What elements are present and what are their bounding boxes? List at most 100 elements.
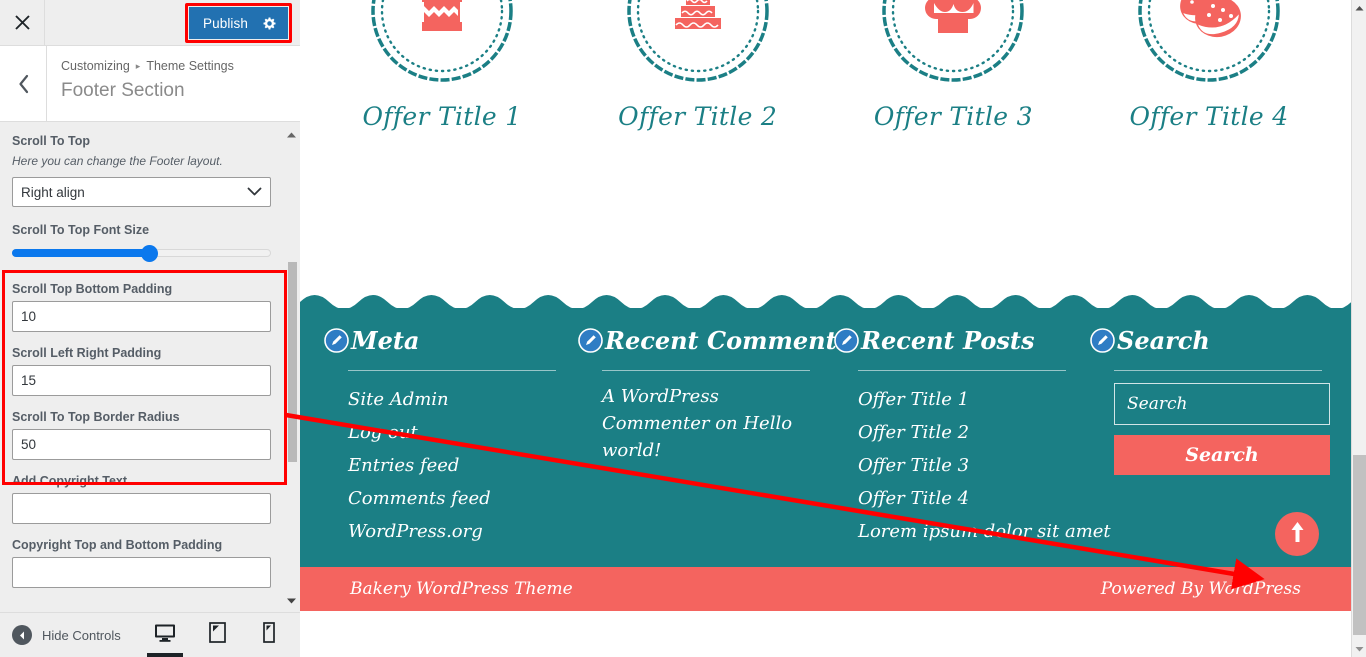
control-label: Copyright Top and Bottom Padding — [12, 538, 223, 552]
list-item[interactable]: Offer Title 2 — [858, 416, 1068, 449]
widget-header: Meta — [324, 326, 556, 356]
site-footer: Meta Site Admin Log out Entries feed Com… — [300, 288, 1351, 612]
page-title: Footer Section — [61, 80, 185, 101]
list-item[interactable]: Site Admin — [348, 383, 556, 416]
slider-thumb[interactable] — [141, 245, 159, 262]
search-submit-button[interactable]: Search — [1114, 435, 1330, 475]
control-description: Here you can change the Footer layout. — [12, 154, 223, 168]
browser-scrollbar[interactable] — [1351, 0, 1366, 657]
footer-widget-meta: Meta Site Admin Log out Entries feed Com… — [324, 326, 578, 548]
breadcrumb-parent[interactable]: Theme Settings — [146, 58, 234, 75]
chevron-left-icon — [17, 74, 30, 94]
hide-controls-label: Hide Controls — [42, 627, 121, 643]
offer-title[interactable]: Offer Title 1 — [322, 102, 562, 131]
footer-widget-recent-comments: Recent Comments A WordPress Commenter on… — [578, 326, 850, 548]
recent-comment-entry[interactable]: A WordPress Commenter on Hello world! — [578, 383, 812, 464]
list-item[interactable]: Entries feed — [348, 449, 556, 482]
sidebar-scrollbar-thumb[interactable] — [288, 262, 297, 462]
breadcrumb: Customizing ▸ Theme Settings — [61, 58, 234, 75]
pencil-edit-icon[interactable] — [1090, 327, 1115, 353]
breadcrumb-root[interactable]: Customizing — [61, 58, 130, 75]
scroll-to-top-font-size-slider[interactable] — [12, 242, 271, 264]
search-button-label: Search — [1185, 444, 1259, 466]
publish-button[interactable]: Publish — [189, 7, 288, 39]
customizer-controls-list: Scroll To Top Here you can change the Fo… — [0, 122, 288, 588]
offer-title[interactable]: Offer Title 2 — [578, 102, 818, 131]
sidebar-scroll-up-icon[interactable] — [284, 128, 298, 142]
offer-circle — [1134, 0, 1284, 86]
footer-widget-area: Meta Site Admin Log out Entries feed Com… — [300, 308, 1351, 591]
tablet-icon — [208, 622, 226, 648]
theme-preview-pane: Offer Title 1 Offer Title 2 Offer Title … — [300, 0, 1351, 657]
list-item[interactable]: WordPress.org — [348, 515, 556, 548]
widget-title: Recent Comments — [605, 326, 851, 355]
pencil-edit-icon[interactable] — [324, 327, 349, 353]
search-input[interactable]: Search — [1114, 383, 1330, 425]
widget-header: Recent Comments — [578, 326, 850, 356]
chevron-left-circle-icon — [12, 625, 32, 645]
pencil-edit-icon[interactable] — [578, 327, 603, 353]
scroll-up-icon[interactable] — [1352, 0, 1366, 16]
publish-button-highlight: Publish — [185, 3, 292, 43]
back-button[interactable] — [0, 46, 47, 121]
widget-divider — [1114, 370, 1322, 371]
scroll-down-icon[interactable] — [1352, 641, 1366, 657]
scroll-to-top-align-select[interactable]: Right align — [12, 177, 271, 207]
control-label: Scroll Left Right Padding — [12, 346, 162, 360]
publish-button-label: Publish — [203, 15, 248, 31]
control-label: Add Copyright Text — [12, 474, 128, 488]
list-item[interactable]: Offer Title 1 — [858, 383, 1068, 416]
browser-scrollbar-thumb[interactable] — [1353, 455, 1366, 635]
list-item[interactable]: Offer Title 3 — [858, 449, 1068, 482]
list-item[interactable]: Offer Title 4 — [858, 482, 1068, 515]
control-copyright-top-bottom-padding: Copyright Top and Bottom Padding — [12, 536, 276, 588]
copyright-top-bottom-padding-input[interactable] — [12, 557, 271, 588]
offer-title[interactable]: Offer Title 4 — [1089, 102, 1329, 131]
scroll-left-right-padding-input[interactable]: 15 — [12, 365, 271, 396]
gear-icon[interactable] — [262, 16, 277, 31]
list-item[interactable]: Log out — [348, 416, 556, 449]
footer-widgets: Meta Site Admin Log out Entries feed Com… — [300, 308, 1351, 548]
customizer-section-header: Customizing ▸ Theme Settings Footer Sect… — [0, 46, 300, 122]
customizer-controls-scroll-area: Scroll To Top Here you can change the Fo… — [0, 122, 300, 614]
control-scroll-to-top-border-radius: Scroll To Top Border Radius 50 — [12, 408, 276, 460]
close-customizer-button[interactable] — [0, 0, 45, 45]
device-preview-tablet[interactable] — [204, 613, 230, 657]
scroll-top-bottom-padding-input[interactable]: 10 — [12, 301, 271, 332]
chevron-down-icon — [247, 185, 262, 200]
customizer-titles: Customizing ▸ Theme Settings Footer Sect… — [47, 46, 234, 121]
scroll-to-top-button[interactable] — [1275, 512, 1319, 556]
search-placeholder: Search — [1127, 394, 1188, 414]
offer-title[interactable]: Offer Title 3 — [833, 102, 1073, 131]
input-value: 50 — [21, 437, 37, 452]
breadcrumb-separator-icon: ▸ — [135, 61, 141, 71]
control-scroll-to-top: Scroll To Top Here you can change the Fo… — [12, 132, 276, 207]
offer-circle — [367, 0, 517, 86]
add-copyright-text-input[interactable] — [12, 493, 271, 524]
customizer-topbar: Publish — [0, 0, 300, 46]
device-preview-mobile[interactable] — [256, 613, 282, 657]
list-item[interactable]: Comments feed — [348, 482, 556, 515]
control-label: Scroll To Top Border Radius — [12, 410, 180, 424]
control-scroll-to-top-font-size: Scroll To Top Font Size — [12, 221, 276, 264]
input-value: 15 — [21, 373, 37, 388]
widget-header: Search — [1090, 326, 1324, 356]
pencil-edit-icon[interactable] — [834, 327, 859, 353]
control-scroll-left-right-padding: Scroll Left Right Padding 15 — [12, 344, 276, 396]
scroll-to-top-border-radius-input[interactable]: 50 — [12, 429, 271, 460]
hide-controls-button[interactable]: Hide Controls — [0, 625, 121, 645]
widget-title: Meta — [351, 326, 420, 355]
offers-section: Offer Title 1 Offer Title 2 Offer Title … — [300, 0, 1351, 131]
copyright-right-text: Powered By WordPress — [1100, 579, 1301, 599]
list-item[interactable]: Lorem ipsum dolor sit amet — [858, 515, 1111, 548]
offer-item: Offer Title 4 — [1089, 0, 1329, 131]
offer-item: Offer Title 2 — [578, 0, 818, 131]
device-preview-desktop[interactable] — [147, 613, 183, 657]
copyright-left-text: Bakery WordPress Theme — [350, 579, 573, 599]
footer-wave-divider — [300, 295, 1351, 310]
cake-slice-icon — [422, 0, 462, 31]
customizer-footer-bar: Hide Controls — [0, 612, 300, 657]
widget-divider — [858, 370, 1066, 371]
control-label: Scroll Top Bottom Padding — [12, 282, 173, 296]
sidebar-scroll-down-icon[interactable] — [284, 594, 298, 608]
